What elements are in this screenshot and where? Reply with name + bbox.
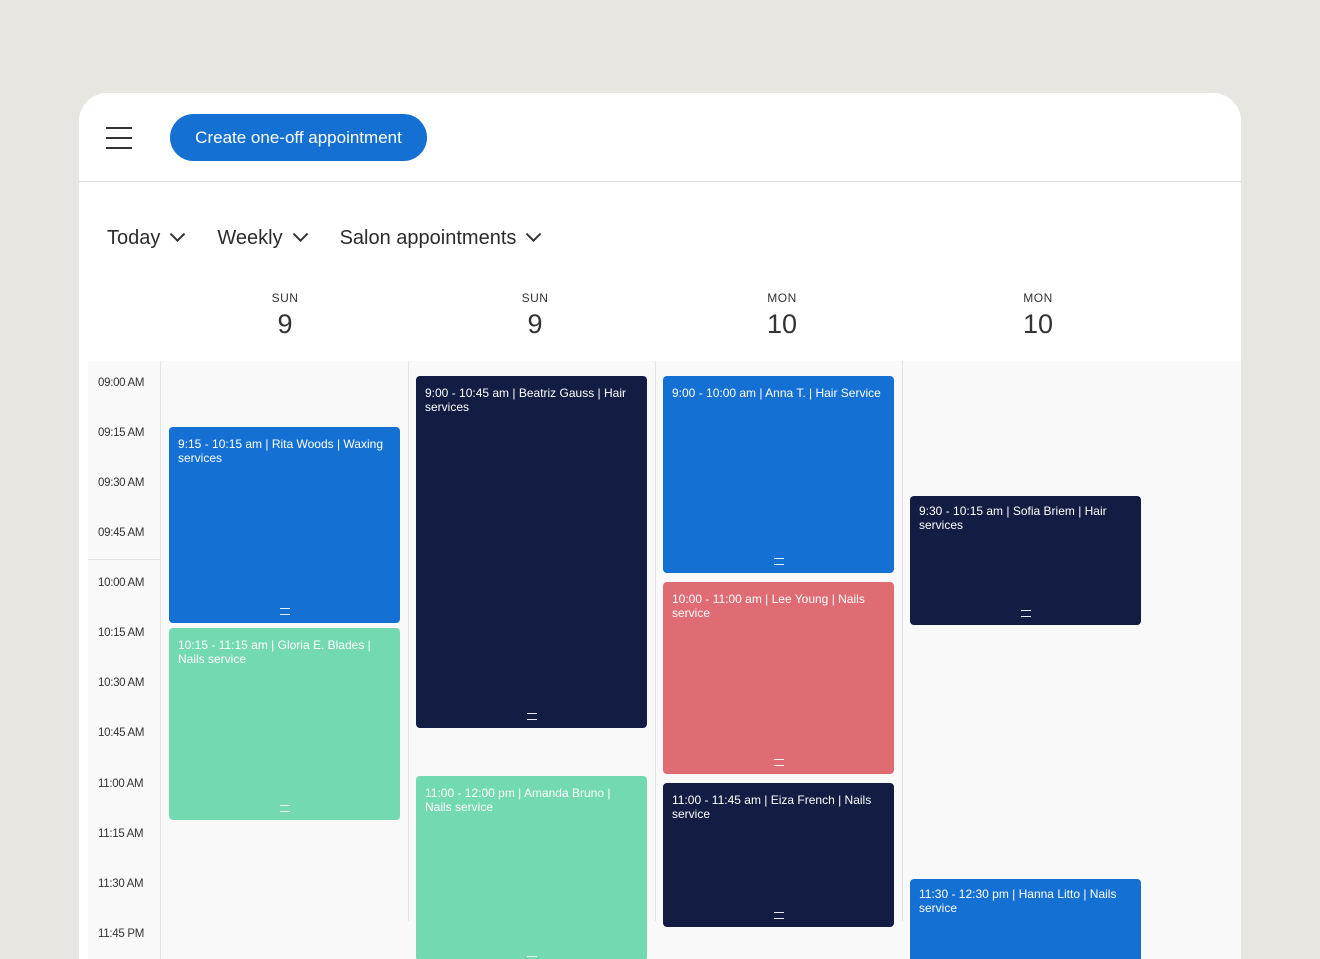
hamburger-line <box>106 147 132 149</box>
time-label: 10:30 AM <box>98 677 145 689</box>
hamburger-menu-icon[interactable] <box>106 127 132 149</box>
appointment-card[interactable]: 11:30 - 12:30 pm | Hanna Litto | Nails s… <box>910 879 1141 959</box>
calendar-dropdown[interactable]: Salon appointments <box>339 225 542 250</box>
drag-handle-icon[interactable] <box>773 912 784 919</box>
day-of-week: SUN <box>271 291 299 305</box>
drag-handle-icon[interactable] <box>773 759 784 766</box>
time-label: 09:15 AM <box>98 427 145 439</box>
time-label: 10:45 AM <box>98 727 145 739</box>
time-label: 11:30 AM <box>98 878 144 890</box>
today-dropdown[interactable]: Today <box>107 225 186 250</box>
appointment-text: 9:30 - 10:15 am | Sofia Briem | Hair ser… <box>919 504 1107 532</box>
create-appointment-button[interactable]: Create one-off appointment <box>170 114 427 161</box>
appointment-card[interactable]: 11:00 - 11:45 am | Eiza French | Nails s… <box>663 783 894 927</box>
appointment-text: 9:00 - 10:45 am | Beatriz Gauss | Hair s… <box>425 386 626 414</box>
view-label: Weekly <box>217 226 283 249</box>
appointment-card[interactable]: 9:00 - 10:00 am | Anna T. | Hair Service <box>663 376 894 573</box>
appointment-card[interactable]: 10:15 - 11:15 am | Gloria E. Blades | Na… <box>169 628 400 820</box>
day-header: MON 10 <box>978 291 1098 340</box>
appointment-card[interactable]: 9:00 - 10:45 am | Beatriz Gauss | Hair s… <box>416 376 647 728</box>
appointment-card[interactable]: 10:00 - 11:00 am | Lee Young | Nails ser… <box>663 582 894 774</box>
day-header: SUN 9 <box>225 291 345 340</box>
day-of-week: MON <box>767 291 797 305</box>
drag-handle-icon[interactable] <box>526 713 537 720</box>
today-label: Today <box>107 226 161 249</box>
day-number: 9 <box>277 309 293 339</box>
appointment-card[interactable]: 11:00 - 12:00 pm | Amanda Bruno | Nails … <box>416 776 647 959</box>
chevron-down-icon <box>170 225 186 242</box>
time-label: 11:00 AM <box>98 778 144 790</box>
chevron-down-icon <box>292 225 308 242</box>
calendar-app: Create one-off appointment Today Weekly … <box>79 93 1241 959</box>
drag-handle-icon[interactable] <box>773 558 784 565</box>
time-label: 09:30 AM <box>98 477 145 489</box>
filter-bar: Today Weekly Salon appointments <box>107 225 573 251</box>
calendar-grid: 09:00 AM 09:15 AM 09:30 AM 09:45 AM 10:0… <box>88 361 1241 959</box>
day-number: 10 <box>1022 309 1054 339</box>
hamburger-line <box>106 137 132 139</box>
drag-handle-icon[interactable] <box>1020 610 1031 617</box>
calendar-label: Salon appointments <box>339 226 517 249</box>
hamburger-line <box>106 127 132 129</box>
time-label: 10:00 AM <box>98 577 145 589</box>
hour-divider <box>88 559 160 560</box>
day-header: SUN 9 <box>475 291 595 340</box>
appointment-text: 9:15 - 10:15 am | Rita Woods | Waxing se… <box>178 437 383 465</box>
appointment-card[interactable]: 9:30 - 10:15 am | Sofia Briem | Hair ser… <box>910 496 1141 625</box>
chevron-down-icon <box>526 225 542 242</box>
time-label: 10:15 AM <box>98 627 145 639</box>
day-header: MON 10 <box>722 291 842 340</box>
time-column: 09:00 AM 09:15 AM 09:30 AM 09:45 AM 10:0… <box>88 361 161 959</box>
appointment-card[interactable]: 9:15 - 10:15 am | Rita Woods | Waxing se… <box>169 427 400 623</box>
day-of-week: MON <box>1023 291 1053 305</box>
day-of-week: SUN <box>521 291 549 305</box>
time-label: 09:00 AM <box>98 377 145 389</box>
view-dropdown[interactable]: Weekly <box>217 225 308 250</box>
column-divider <box>902 361 903 921</box>
appointment-text: 10:15 - 11:15 am | Gloria E. Blades | Na… <box>178 638 371 666</box>
time-label: 11:45 PM <box>98 928 144 940</box>
day-number: 9 <box>527 309 543 339</box>
top-toolbar: Create one-off appointment <box>79 93 1241 182</box>
drag-handle-icon[interactable] <box>279 805 290 812</box>
column-divider <box>408 361 409 921</box>
appointment-text: 11:00 - 12:00 pm | Amanda Bruno | Nails … <box>425 786 611 814</box>
appointment-text: 11:30 - 12:30 pm | Hanna Litto | Nails s… <box>919 887 1117 915</box>
drag-handle-icon[interactable] <box>279 608 290 615</box>
appointment-text: 11:00 - 11:45 am | Eiza French | Nails s… <box>672 793 872 821</box>
day-number: 10 <box>766 309 798 339</box>
column-divider <box>655 361 656 921</box>
time-label: 09:45 AM <box>98 527 145 539</box>
appointment-text: 10:00 - 11:00 am | Lee Young | Nails ser… <box>672 592 865 620</box>
appointment-text: 9:00 - 10:00 am | Anna T. | Hair Service <box>672 386 881 400</box>
time-label: 11:15 AM <box>98 828 144 840</box>
